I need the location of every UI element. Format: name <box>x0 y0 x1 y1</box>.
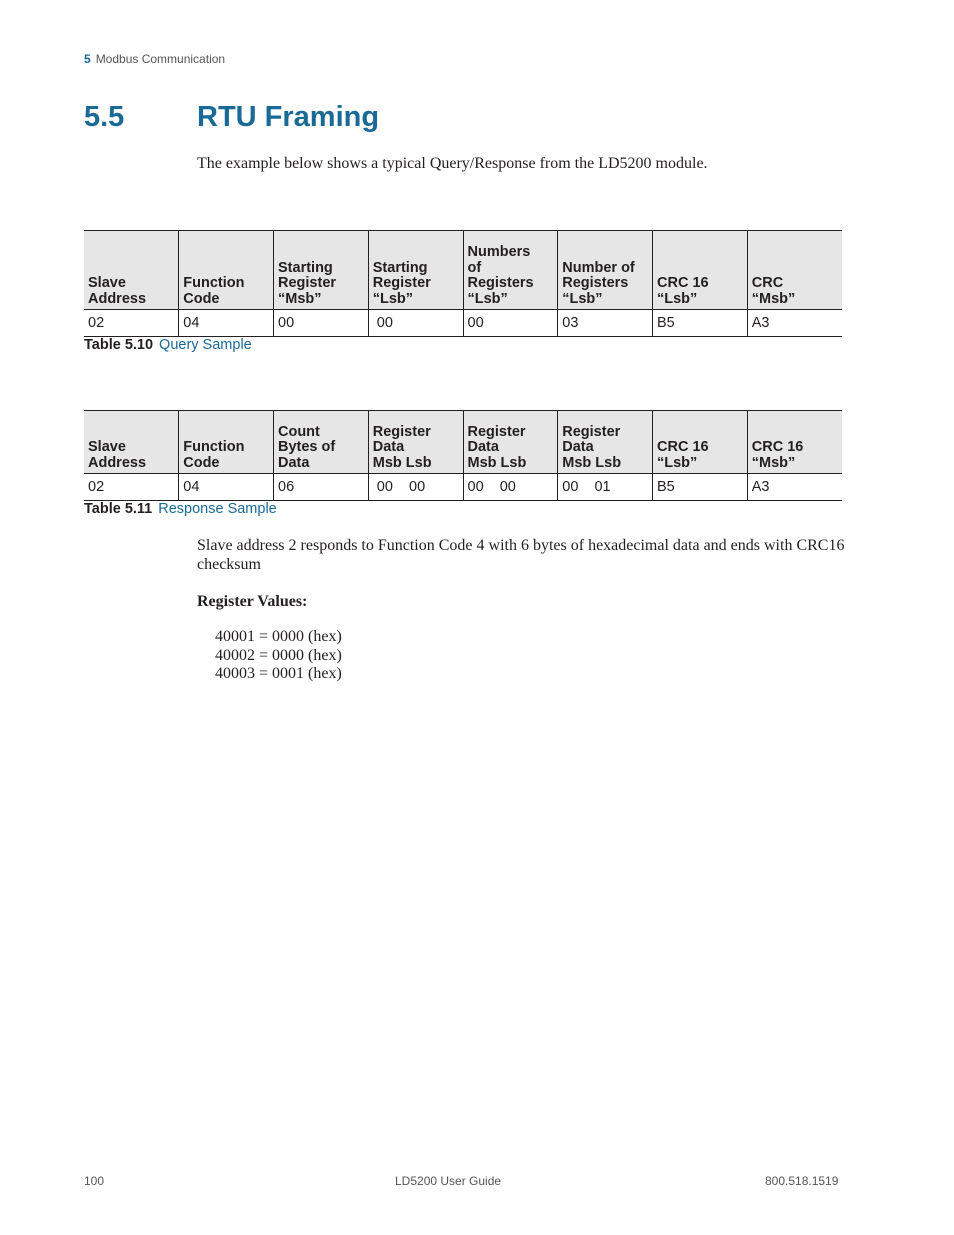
column-header: Numbers of Registers “Lsb” <box>462 230 558 310</box>
register-value-line: 40003 = 0001 (hex) <box>215 665 342 682</box>
column-header: CRC 16 “Lsb” <box>652 410 748 474</box>
table-cell: 04 <box>178 473 274 501</box>
footer-page-number: 100 <box>84 1174 105 1188</box>
section-number: 5.5 <box>84 101 125 133</box>
table-cell: 00 <box>273 309 369 337</box>
chapter-number: 5 <box>84 52 91 66</box>
caption-label: Table 5.10 <box>84 337 154 353</box>
column-header: Number of Registers “Lsb” <box>557 230 653 310</box>
column-header: Starting Register “Msb” <box>273 230 369 310</box>
table-cell: 02 <box>84 473 179 501</box>
table-cell: 00 <box>367 309 463 337</box>
column-header: CRC 16 “Lsb” <box>652 230 748 310</box>
footer-document-title: LD5200 User Guide <box>395 1174 502 1188</box>
column-header: Slave Address <box>84 410 179 474</box>
table-caption: Table 5.11 Response Sample <box>84 501 277 517</box>
register-value-line: 40002 = 0000 (hex) <box>215 646 342 664</box>
table-cell: B5 <box>652 309 748 337</box>
column-header: Slave Address <box>84 230 179 310</box>
caption-title: Query Sample <box>159 337 252 353</box>
column-header: CRC “Msb” <box>746 230 842 310</box>
column-header: Register Data Msb Lsb <box>367 410 463 474</box>
table-header-row: Slave Address Function Code Starting Reg… <box>84 230 842 310</box>
column-header: Count Bytes of Data <box>273 410 369 474</box>
table-row: 02 04 00 00 00 03 B5 A3 <box>84 309 842 337</box>
register-value-line: 40001 = 0000 (hex) <box>215 628 342 645</box>
table-cell: 00 00 <box>367 473 463 501</box>
explanation-paragraph: Slave address 2 responds to Function Cod… <box>197 537 845 573</box>
register-values-list: 40001 = 0000 (hex) 40002 = 0000 (hex) 40… <box>215 628 342 684</box>
column-header: Register Data Msb Lsb <box>462 410 558 474</box>
column-header: CRC 16 “Msb” <box>746 410 842 474</box>
caption-title: Response Sample <box>158 501 277 517</box>
column-header: Function Code <box>178 410 274 474</box>
table-cell: A3 <box>746 473 842 501</box>
response-sample-table: Slave Address Function Code Count Bytes … <box>84 410 842 501</box>
caption-label: Table 5.11 <box>84 501 153 517</box>
register-values-heading: Register Values: <box>197 593 308 610</box>
table-caption: Table 5.10 Query Sample <box>84 337 252 353</box>
query-sample-table: Slave Address Function Code Starting Reg… <box>84 230 842 337</box>
intro-paragraph: The example below shows a typical Query/… <box>197 155 708 172</box>
table-cell: 03 <box>557 309 653 337</box>
table-header-row: Slave Address Function Code Count Bytes … <box>84 410 842 474</box>
table-cell: 06 <box>273 473 369 501</box>
table-cell: 00 00 <box>462 473 558 501</box>
table-cell: B5 <box>652 473 748 501</box>
column-header: Starting Register “Lsb” <box>367 230 463 310</box>
column-header: Register Data Msb Lsb <box>557 410 653 474</box>
section-title: RTU Framing <box>197 101 380 133</box>
table-cell: 00 <box>462 309 558 337</box>
table-cell: A3 <box>746 309 842 337</box>
table-cell: 04 <box>178 309 274 337</box>
table-cell: 00 01 <box>557 473 653 501</box>
footer-phone: 800.518.1519 <box>765 1174 839 1188</box>
column-header: Function Code <box>178 230 274 310</box>
table-row: 02 04 06 00 00 00 00 00 01 B5 A3 <box>84 473 842 501</box>
table-cell: 02 <box>84 309 179 337</box>
chapter-title: Modbus Communication <box>95 52 226 66</box>
running-header: 5 Modbus Communication <box>84 52 225 66</box>
